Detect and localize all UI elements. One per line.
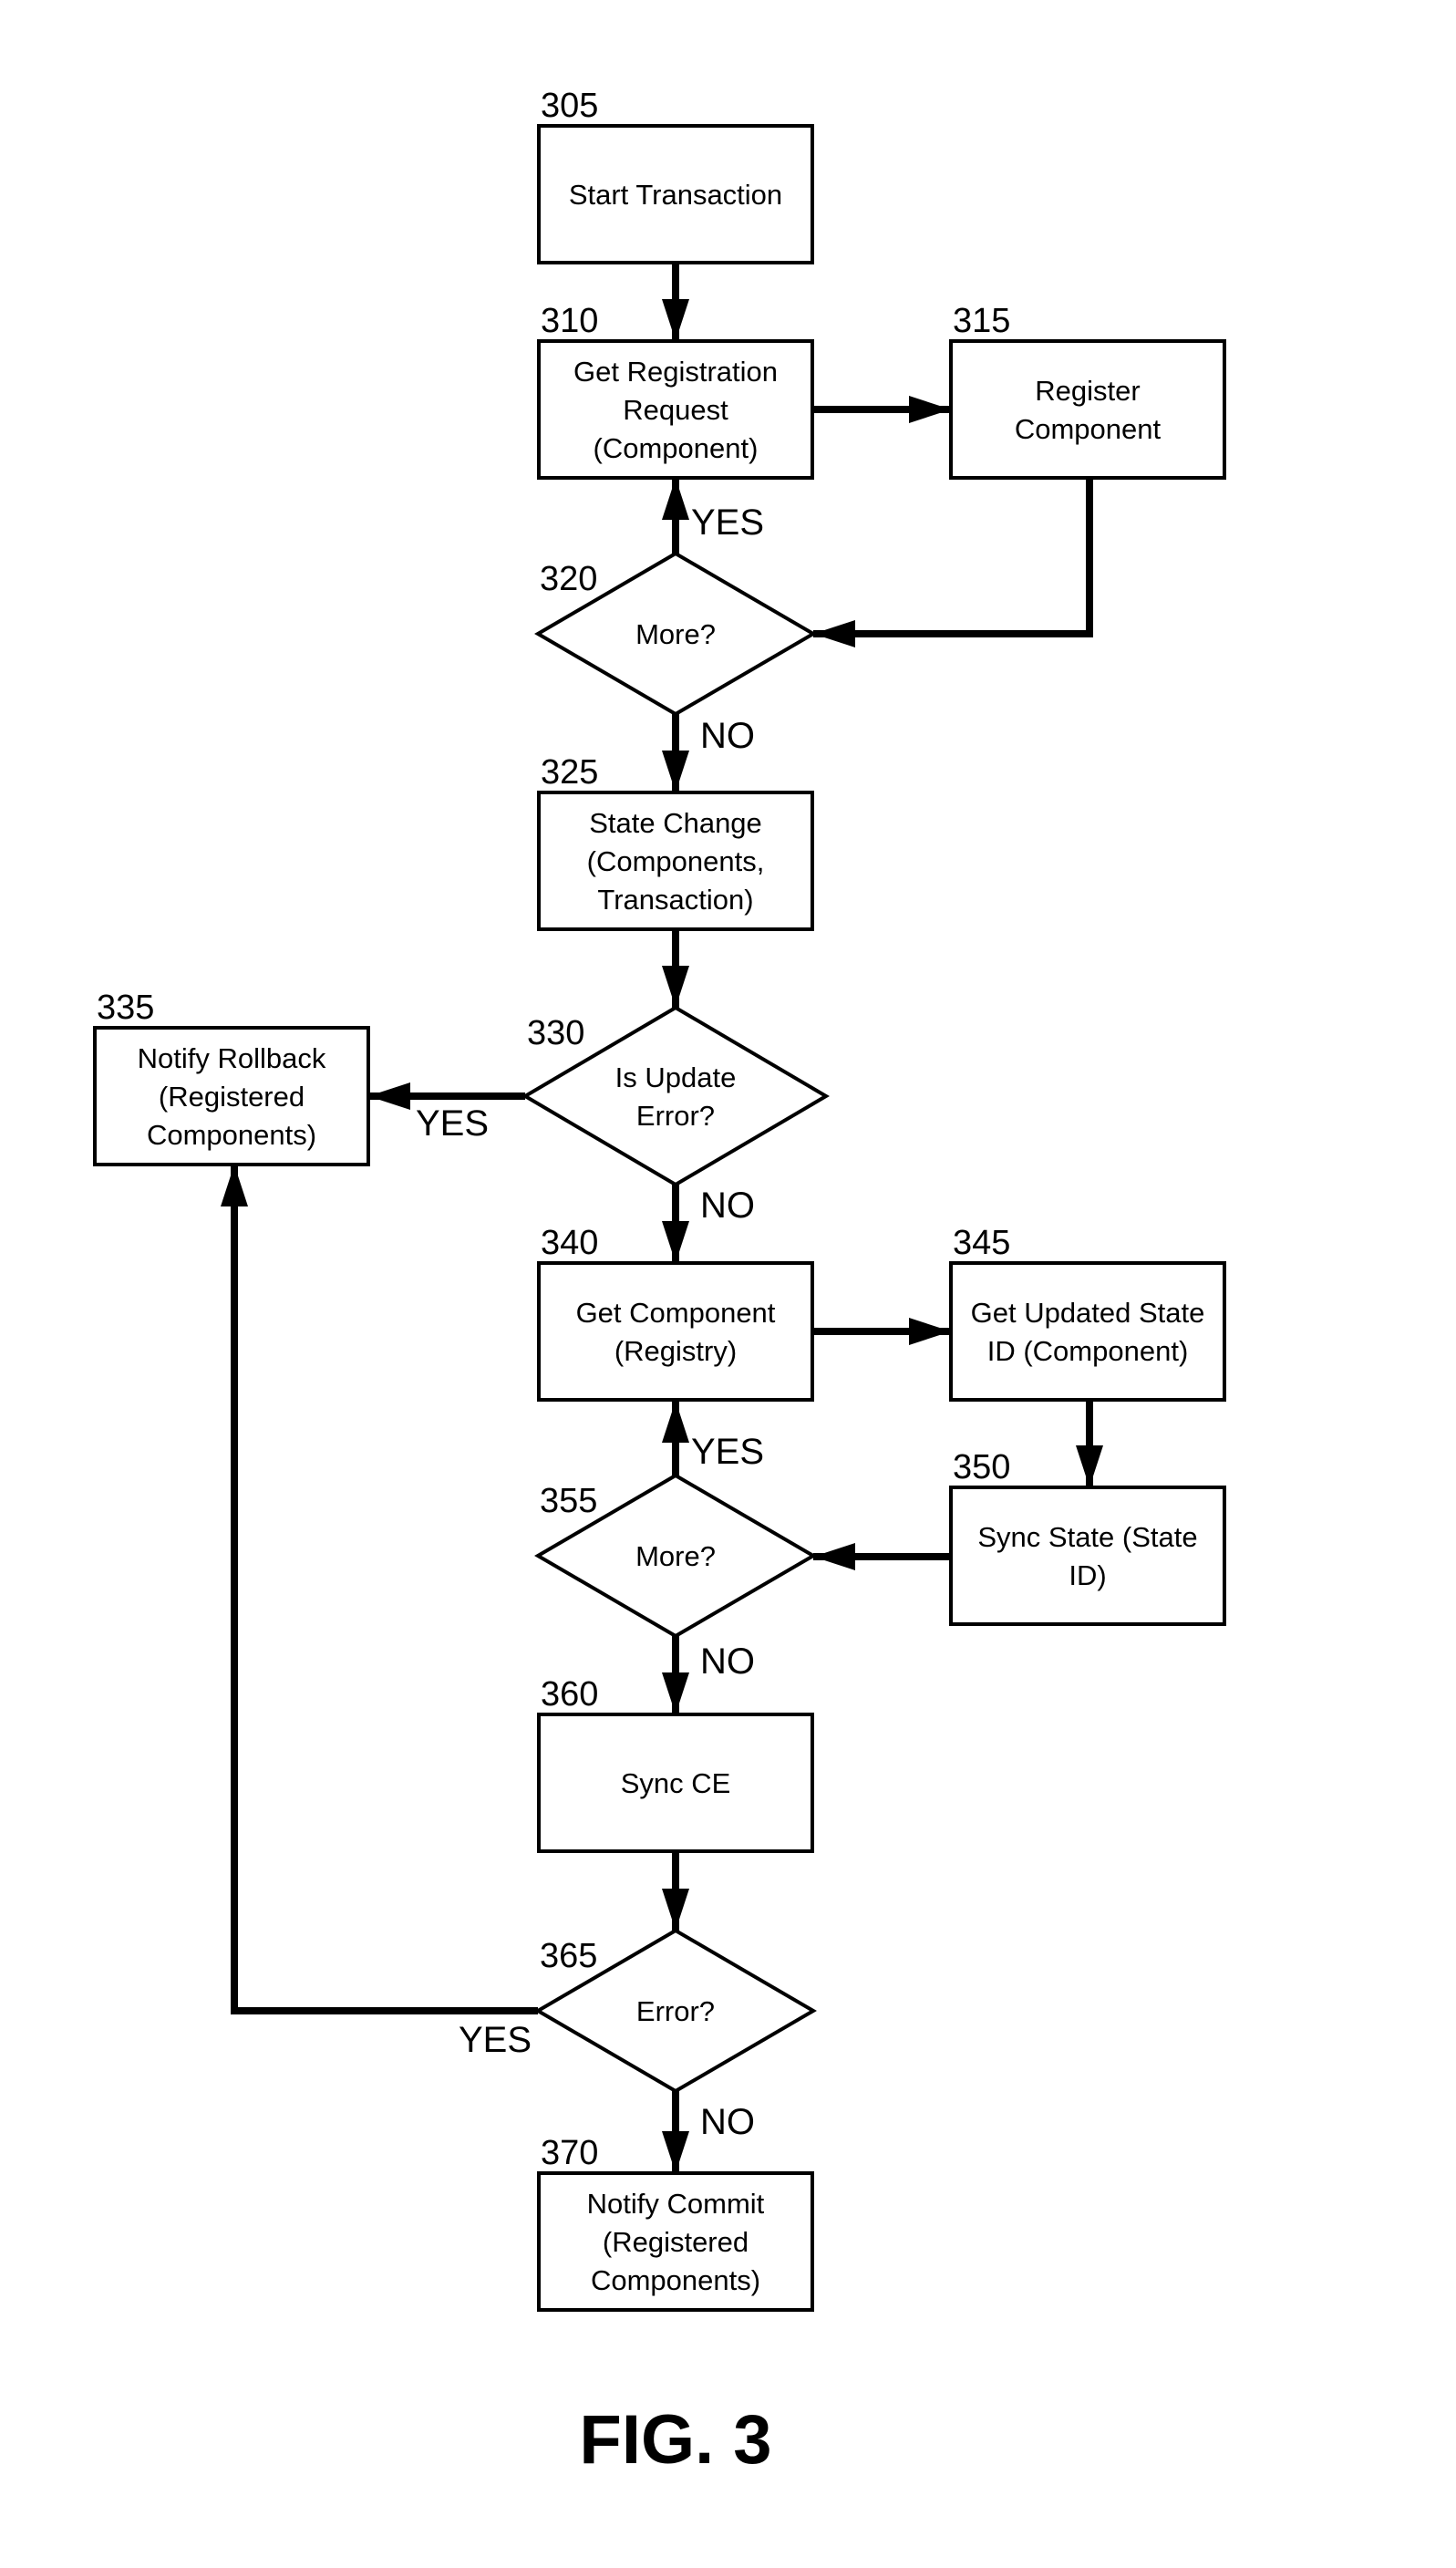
- reference-number: 370: [541, 2134, 598, 2172]
- reference-number: 360: [541, 1675, 598, 1714]
- node-label-line: Notify Rollback: [138, 1042, 326, 1074]
- edge-320-to-310: YES: [662, 478, 764, 554]
- edge-label: YES: [691, 502, 764, 543]
- node-label-line: (Registered: [603, 2226, 749, 2258]
- node-label-line: Component: [1015, 413, 1162, 445]
- node-365: 365 Error?: [534, 1928, 817, 2094]
- node-label-line: Get Registration: [573, 356, 778, 388]
- node-label-line: Notify Commit: [587, 2188, 765, 2220]
- node-335: 335 Notify Rollback (Registered Components): [93, 989, 370, 1166]
- node-label-line: Sync CE: [621, 1767, 731, 1799]
- edge-365-to-335: YES: [221, 1165, 538, 2060]
- process-box: [949, 1261, 1226, 1402]
- node-label-line: Start Transaction: [569, 179, 782, 211]
- arrowhead-icon: [662, 751, 689, 792]
- reference-number: 345: [953, 1224, 1010, 1262]
- arrowhead-icon: [909, 396, 951, 423]
- reference-number: 350: [953, 1448, 1010, 1486]
- arrowhead-icon: [909, 1318, 951, 1345]
- node-320: 320 More?: [534, 551, 817, 717]
- arrowhead-icon: [1076, 1445, 1103, 1487]
- node-label-line: Sync State (State: [977, 1521, 1197, 1553]
- node-label-line: Request: [623, 394, 728, 426]
- edge-label: NO: [700, 716, 755, 756]
- process-box: [949, 339, 1226, 480]
- flowchart: 305 Start Transaction 310 Get Registration R…: [93, 87, 1226, 2479]
- node-label-line: (Registered: [159, 1081, 305, 1113]
- arrowhead-icon: [662, 966, 689, 1008]
- reference-number: 315: [953, 302, 1010, 340]
- edge-305-to-310: [662, 264, 689, 341]
- edge-315-to-320: [813, 478, 1093, 647]
- arrowhead-icon: [813, 1543, 855, 1570]
- arrowhead-icon: [368, 1082, 410, 1110]
- node-label-line: Components): [147, 1119, 316, 1151]
- arrowhead-icon: [662, 478, 689, 520]
- edge-label: NO: [700, 1641, 755, 1682]
- node-315: 315 Register Component: [949, 302, 1226, 480]
- edge-label: YES: [416, 1103, 489, 1144]
- node-label-line: State Change: [589, 807, 762, 839]
- node-label-line: Error?: [636, 1995, 715, 2027]
- arrowhead-icon: [662, 1889, 689, 1931]
- arrowhead-icon: [662, 1672, 689, 1714]
- process-box: [537, 1261, 814, 1402]
- edge-330-to-340: NO: [662, 1185, 755, 1263]
- arrowhead-icon: [662, 2131, 689, 2173]
- reference-number: 335: [97, 989, 154, 1027]
- reference-number: 365: [540, 1937, 597, 1975]
- arrowhead-icon: [221, 1165, 248, 1206]
- node-label-line: More?: [635, 618, 716, 650]
- node-label-line: Get Component: [576, 1297, 776, 1329]
- node-305: 305 Start Transaction: [537, 87, 814, 264]
- node-345: 345 Get Updated State ID (Component): [949, 1224, 1226, 1402]
- node-label-line: (Components,: [587, 845, 765, 877]
- edge-310-to-315: [812, 396, 951, 423]
- reference-number: 355: [540, 1482, 597, 1520]
- connector-line: [813, 478, 1093, 637]
- node-330: 330 Is Update Error?: [521, 1005, 830, 1187]
- edge-label: NO: [700, 2102, 755, 2142]
- arrowhead-icon: [662, 299, 689, 341]
- edge-330-to-335: YES: [368, 1082, 525, 1144]
- edge-350-to-355: [813, 1543, 951, 1570]
- edge-325-to-330: [662, 929, 689, 1008]
- node-label-line: Components): [591, 2264, 760, 2296]
- reference-number: 320: [540, 560, 597, 598]
- edge-355-to-340: YES: [662, 1401, 764, 1476]
- node-label-line: ID (Component): [987, 1335, 1189, 1367]
- reference-number: 305: [541, 87, 598, 125]
- node-label-line: (Component): [594, 432, 759, 464]
- node-label-line: Error?: [636, 1100, 715, 1132]
- reference-number: 325: [541, 753, 598, 792]
- edge-345-to-350: [1076, 1401, 1103, 1487]
- reference-number: 310: [541, 302, 598, 340]
- node-label-line: Register: [1035, 375, 1140, 407]
- edge-320-to-325: NO: [662, 714, 755, 792]
- node-label-line: Transaction): [597, 884, 753, 916]
- node-label-line: ID): [1069, 1559, 1106, 1591]
- edge-label: YES: [459, 2020, 532, 2060]
- edge-355-to-360: NO: [662, 1636, 755, 1714]
- node-label-line: Get Updated State: [971, 1297, 1205, 1329]
- arrowhead-icon: [662, 1401, 689, 1443]
- node-label-line: Is Update: [615, 1061, 737, 1093]
- process-box: [949, 1486, 1226, 1626]
- edge-label: YES: [691, 1432, 764, 1472]
- arrowhead-icon: [813, 620, 855, 647]
- edge-340-to-345: [812, 1318, 951, 1345]
- figure-caption: FIG. 3: [579, 2401, 771, 2479]
- reference-number: 340: [541, 1224, 598, 1262]
- node-label-line: More?: [635, 1540, 716, 1572]
- reference-number: 330: [527, 1014, 584, 1052]
- connector-line: [231, 1165, 538, 2014]
- edge-label: NO: [700, 1186, 755, 1226]
- node-label-line: (Registry): [614, 1335, 737, 1367]
- edge-360-to-365: [662, 1852, 689, 1931]
- node-355: 355 More?: [534, 1473, 817, 1639]
- arrowhead-icon: [662, 1221, 689, 1263]
- edge-365-to-370: NO: [662, 2091, 755, 2173]
